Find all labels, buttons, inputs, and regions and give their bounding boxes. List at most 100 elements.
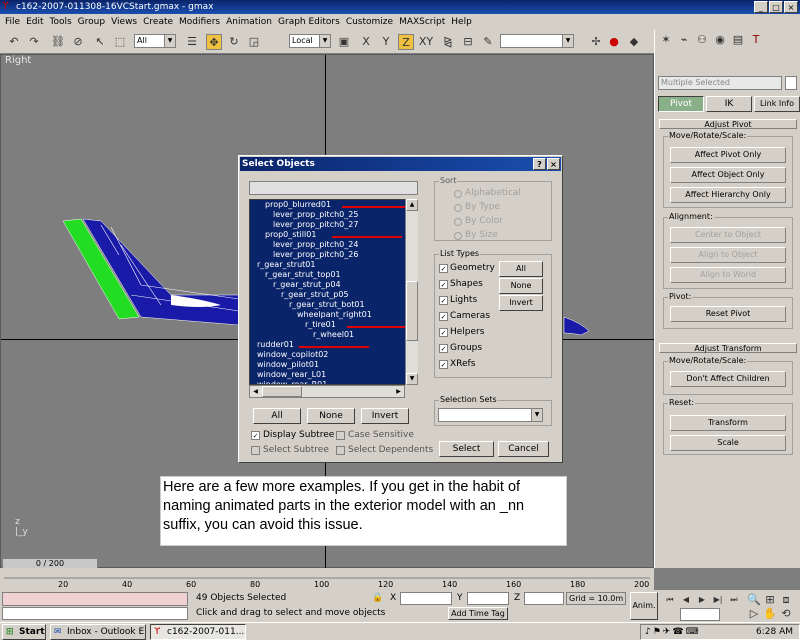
menu-modifiers[interactable]: Modifiers [176,17,223,27]
list-type-groups-checkbox[interactable]: ✓ [439,344,448,353]
scroll-thumb[interactable] [406,281,418,341]
maxscript-mini-field[interactable] [2,607,188,620]
scale-icon[interactable]: ◲ [246,34,262,50]
undo-icon[interactable]: ↶ [6,34,22,50]
list-item[interactable]: window_copilot02 [257,350,328,360]
list-item[interactable]: rudder01 [257,340,294,350]
select-icon[interactable]: ↖ [92,34,108,50]
next-frame-icon[interactable]: ▶| [710,592,726,608]
list-item[interactable]: lever_prop_pitch0_24 [273,240,358,250]
menu-tools[interactable]: Tools [47,17,75,27]
menu-group[interactable]: Group [75,17,108,27]
play-icon[interactable]: ▶ [694,592,710,608]
list-item[interactable]: prop0_blurred01 [265,200,331,210]
list-type-lights-checkbox[interactable]: ✓ [439,296,448,305]
list-item[interactable]: lever_prop_pitch0_25 [273,210,358,220]
selection-sets-select[interactable]: ▼ [438,408,543,422]
lock-icon[interactable]: 🔒 [372,593,383,603]
list-item[interactable]: wheelpant_right01 [297,310,372,320]
list-all-button[interactable]: All [253,408,301,424]
goto-start-icon[interactable]: ⏮ [662,592,678,608]
display-subtree-checkbox[interactable]: ✓ [251,431,260,440]
reset-pivot-button[interactable]: Reset Pivot [670,306,786,322]
task-gmax[interactable]: ϒ c162-2007-011... [150,624,246,640]
menu-views[interactable]: Views [108,17,140,27]
reset-scale-button[interactable]: Scale [670,435,786,451]
help-button[interactable]: ? [533,158,546,170]
maximize-button[interactable]: □ [769,1,783,13]
align-to-world-button[interactable]: Align to World [670,267,786,283]
list-vertical-scrollbar[interactable]: ▲ ▼ [405,199,418,385]
select-subtree-checkbox[interactable] [251,446,260,455]
select-button[interactable]: Select [439,441,494,457]
maxscript-listener-field[interactable] [2,592,188,606]
list-item[interactable]: r_gear_strut_p04 [273,280,341,290]
object-list[interactable]: prop0_blurred01 lever_prop_pitch0_25 lever… [249,199,418,385]
current-frame-field[interactable] [680,608,720,621]
menu-help[interactable]: Help [448,17,475,27]
menu-graph-editors[interactable]: Graph Editors [275,17,343,27]
mirror-icon[interactable]: ⧎ [440,34,456,50]
align-to-object-button[interactable]: Align to Object [670,247,786,263]
move-icon[interactable]: ✥ [206,34,222,50]
rotate-icon[interactable]: ↻ [226,34,242,50]
prev-frame-icon[interactable]: ◀ [678,592,694,608]
cancel-button[interactable]: Cancel [498,441,549,457]
x-axis-icon[interactable]: X [358,34,374,50]
reset-transform-button[interactable]: Transform [670,415,786,431]
named-selection-select[interactable]: ▼ [500,34,574,48]
menu-create[interactable]: Create [140,17,176,27]
select-dependents-checkbox[interactable] [336,446,345,455]
tab-link-info[interactable]: Link Info [754,96,800,112]
align-icon[interactable]: ⊟ [460,34,476,50]
render-icon[interactable]: ● [606,34,622,50]
list-invert-button[interactable]: Invert [361,408,409,424]
name-search-input[interactable] [249,181,418,195]
types-all-button[interactable]: All [499,261,543,277]
menu-edit[interactable]: Edit [23,17,46,27]
list-type-geometry-checkbox[interactable]: ✓ [439,264,448,273]
list-item[interactable]: r_gear_strut_bot01 [289,300,365,310]
list-item[interactable]: r_wheel01 [313,330,354,340]
x-coord-field[interactable] [400,592,452,605]
hierarchy-tab-icon[interactable]: ⚇ [694,32,710,48]
scroll-down-icon[interactable]: ▼ [406,373,418,385]
redo-icon[interactable]: ↷ [26,34,42,50]
menu-maxscript[interactable]: MAXScript [396,17,448,27]
pan-icon[interactable]: ✋ [762,606,778,622]
list-horizontal-scrollbar[interactable]: ◀ ▶ [249,385,405,398]
list-item[interactable]: window_pilot01 [257,360,319,370]
z-axis-icon[interactable]: Z [398,34,414,50]
motion-tab-icon[interactable]: ◉ [712,32,728,48]
list-item[interactable]: r_gear_strut_top01 [265,270,341,280]
fov-icon[interactable]: ▷ [746,606,762,622]
menu-animation[interactable]: Animation [223,17,275,27]
link-icon[interactable]: ⛓ [50,34,66,50]
xy-plane-icon[interactable]: XY [418,34,434,50]
list-none-button[interactable]: None [307,408,355,424]
affect-pivot-only-button[interactable]: Affect Pivot Only [670,147,786,163]
list-item[interactable]: r_tire01 [305,320,336,330]
start-button[interactable]: ⊞ Start [2,624,46,640]
list-item[interactable]: r_gear_strut_p05 [281,290,349,300]
affect-hierarchy-only-button[interactable]: Affect Hierarchy Only [670,187,786,203]
affect-object-only-button[interactable]: Affect Object Only [670,167,786,183]
close-button[interactable]: × [784,1,798,13]
center-to-object-button[interactable]: Center to Object [670,227,786,243]
create-tab-icon[interactable]: ✶ [658,32,674,48]
menu-file[interactable]: File [2,17,23,27]
material-editor-icon[interactable]: ✢ [588,34,604,50]
sort-alphabetical-radio[interactable] [454,190,462,198]
z-coord-field[interactable] [524,592,564,605]
modify-tab-icon[interactable]: ⌁ [676,32,692,48]
add-time-tag-button[interactable]: Add Time Tag [448,607,508,620]
scroll-left-icon[interactable]: ◀ [250,386,261,397]
list-item[interactable]: lever_prop_pitch0_27 [273,220,358,230]
quick-render-icon[interactable]: ◆ [626,34,642,50]
list-item[interactable]: r_gear_strut01 [257,260,315,270]
adjust-transform-rollout-header[interactable]: Adjust Transform [659,343,797,353]
scroll-right-icon[interactable]: ▶ [393,386,404,397]
sort-by-type-radio[interactable] [454,204,462,212]
list-type-cameras-checkbox[interactable]: ✓ [439,312,448,321]
sort-by-color-radio[interactable] [454,218,462,226]
